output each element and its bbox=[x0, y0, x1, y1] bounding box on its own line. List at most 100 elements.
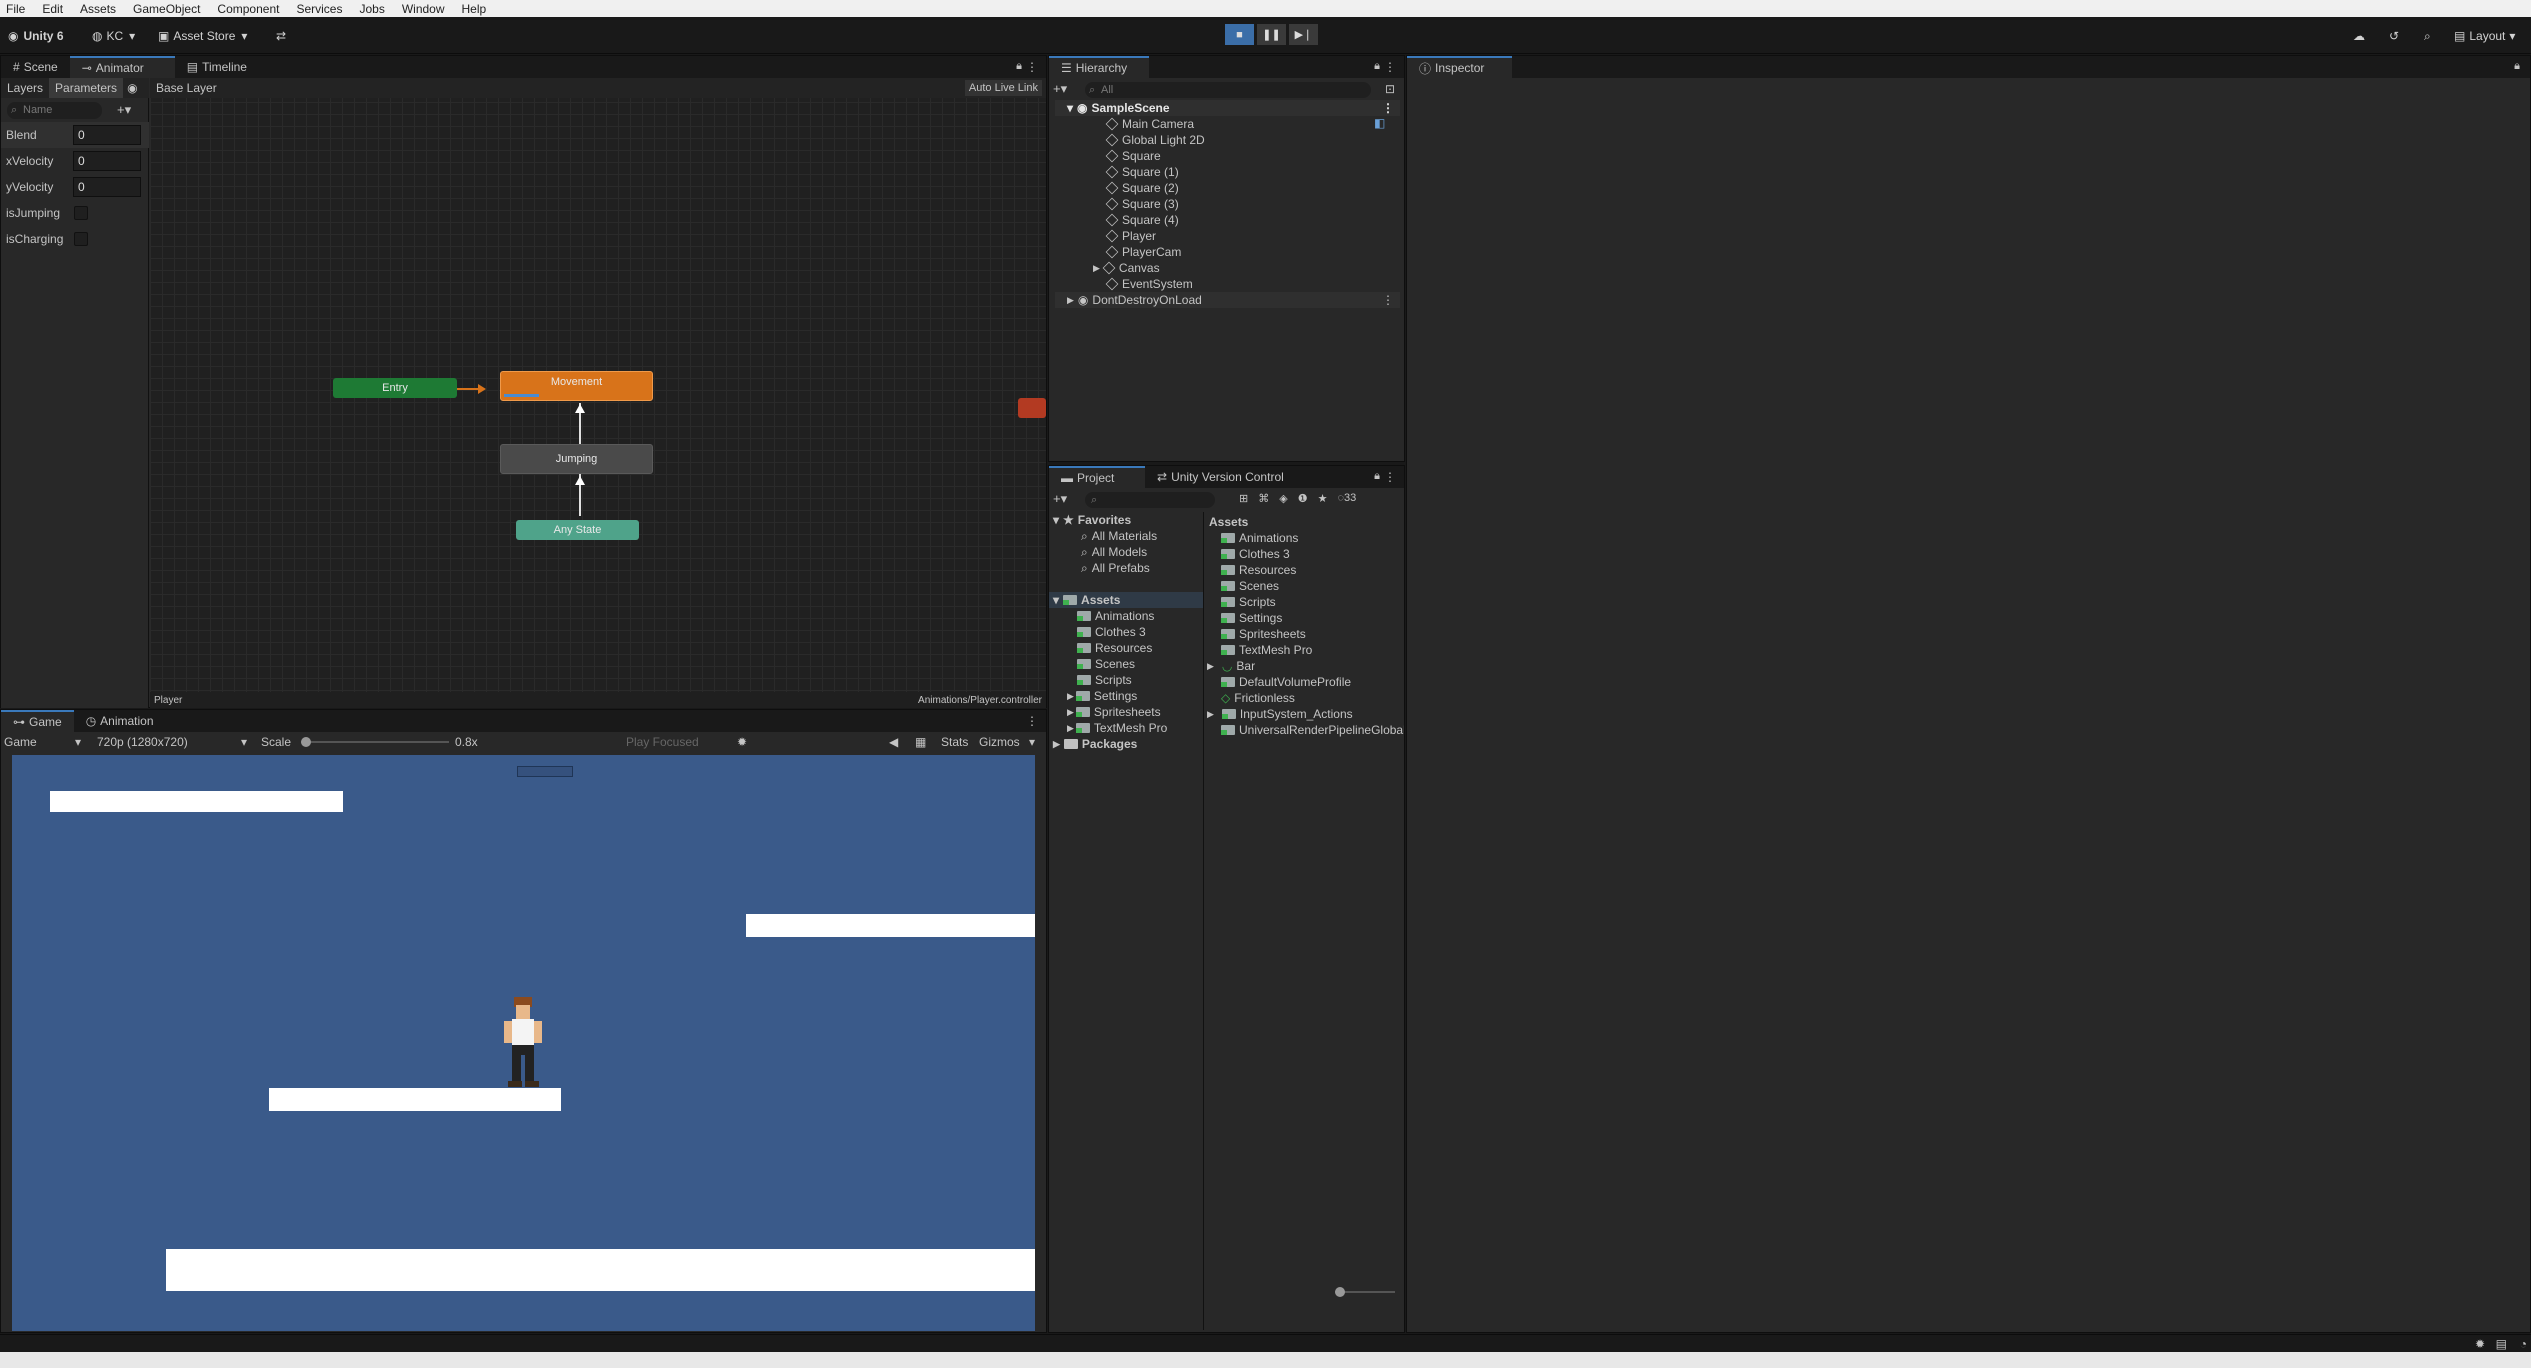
hierarchy-item[interactable]: Player bbox=[1105, 228, 1156, 244]
gizmos-button[interactable]: Gizmos bbox=[979, 735, 1020, 749]
layers-tab[interactable]: Layers bbox=[1, 81, 49, 95]
bug-icon[interactable]: ✹ bbox=[2475, 1337, 2485, 1351]
ddol-row[interactable]: ▶ ◉ DontDestroyOnLoad ⋮ bbox=[1055, 292, 1400, 308]
hierarchy-item[interactable]: Square (1) bbox=[1105, 164, 1179, 180]
favorite-item[interactable]: ⌕ All Materials bbox=[1081, 528, 1157, 544]
state-jumping[interactable]: Jumping bbox=[500, 444, 653, 474]
menu-window[interactable]: Window bbox=[402, 2, 445, 16]
version-control-icon[interactable]: ⇄ bbox=[270, 25, 292, 47]
state-any-state[interactable]: Any State bbox=[516, 520, 639, 540]
menu-jobs[interactable]: Jobs bbox=[359, 2, 384, 16]
asset-item[interactable]: ▶ InputSystem_Actions bbox=[1207, 706, 1353, 722]
lock-icon[interactable]: 🔒︎ bbox=[1374, 470, 1380, 483]
lock-icon[interactable]: 🔒︎ bbox=[1374, 60, 1380, 73]
menu-file[interactable]: File bbox=[6, 2, 25, 16]
icon-size-slider[interactable] bbox=[1335, 1287, 1395, 1297]
expand-arrow-icon[interactable]: ▶ bbox=[1207, 709, 1214, 720]
state-exit-partial[interactable] bbox=[1018, 398, 1046, 418]
hierarchy-item[interactable]: PlayerCam bbox=[1105, 244, 1181, 260]
more-icon[interactable]: ⋮ bbox=[1026, 714, 1038, 728]
folder-item[interactable]: Animations bbox=[1077, 608, 1154, 624]
menu-component[interactable]: Component bbox=[217, 2, 279, 16]
hierarchy-search-input[interactable]: ⌕ All bbox=[1085, 82, 1371, 98]
progress-icon[interactable]: ◔ bbox=[2520, 1337, 2527, 1351]
unity-menu-button[interactable]: ◉ Unity 6 bbox=[2, 25, 70, 47]
more-icon[interactable]: ⋮ bbox=[1384, 60, 1396, 74]
asset-item[interactable]: Clothes 3 bbox=[1221, 546, 1290, 562]
hierarchy-item[interactable]: Global Light 2D bbox=[1105, 132, 1205, 148]
more-icon[interactable]: ⋮ bbox=[1384, 470, 1396, 484]
tab-animation[interactable]: ◷ Animation bbox=[73, 710, 166, 732]
expand-arrow-icon[interactable]: ▶ bbox=[1067, 691, 1074, 702]
pause-button[interactable]: ❚❚ bbox=[1257, 24, 1286, 45]
hierarchy-item[interactable]: Square (2) bbox=[1105, 180, 1179, 196]
expand-arrow-icon[interactable]: ▶ bbox=[1207, 661, 1214, 672]
tab-project[interactable]: ▬ Project bbox=[1049, 466, 1145, 488]
hierarchy-item[interactable]: Square (4) bbox=[1105, 212, 1179, 228]
scale-slider-handle[interactable] bbox=[301, 737, 311, 747]
expand-arrow-icon[interactable]: ▶ bbox=[1093, 263, 1100, 274]
menu-services[interactable]: Services bbox=[296, 2, 342, 16]
asset-item[interactable]: Animations bbox=[1221, 530, 1298, 546]
hierarchy-item[interactable]: EventSystem bbox=[1105, 276, 1193, 292]
add-object-button[interactable]: +▾ bbox=[1053, 81, 1067, 97]
folder-item[interactable]: Scenes bbox=[1077, 656, 1135, 672]
search-by-type-icon[interactable]: ⊞ bbox=[1239, 492, 1248, 505]
state-movement[interactable]: Movement bbox=[500, 371, 653, 401]
filter-icon[interactable]: ⊡ bbox=[1385, 82, 1395, 96]
scene-row[interactable]: ▾ ◉ SampleScene ⋮ bbox=[1055, 100, 1400, 116]
tab-game[interactable]: ⊶ Game bbox=[1, 710, 74, 732]
more-icon[interactable]: ⋮ bbox=[1382, 293, 1394, 307]
asset-item[interactable]: UniversalRenderPipelineGlobalSettings bbox=[1221, 722, 1404, 738]
star-icon[interactable]: ★ bbox=[1318, 492, 1328, 505]
favorite-item[interactable]: ⌕ All Prefabs bbox=[1081, 560, 1150, 576]
asset-item[interactable]: Spritesheets bbox=[1221, 626, 1306, 642]
menu-help[interactable]: Help bbox=[462, 2, 487, 16]
tab-version-control[interactable]: ⇄ Unity Version Control bbox=[1145, 466, 1296, 488]
param-row-isjumping[interactable]: isJumping bbox=[1, 200, 149, 226]
account-button[interactable]: ◍ KC ▾ bbox=[86, 25, 141, 47]
folder-item[interactable]: ▶ Settings bbox=[1067, 688, 1137, 704]
menu-assets[interactable]: Assets bbox=[80, 2, 116, 16]
warning-icon[interactable]: ❶ bbox=[1298, 492, 1308, 505]
hierarchy-item[interactable]: Main Camera bbox=[1105, 116, 1194, 132]
param-value-input[interactable] bbox=[73, 125, 141, 145]
cache-icon[interactable]: ▤ bbox=[2496, 1337, 2507, 1351]
parameter-search-input[interactable]: ⌕ Name bbox=[7, 102, 102, 119]
step-button[interactable]: ▶❘ bbox=[1289, 24, 1318, 45]
state-entry[interactable]: Entry bbox=[333, 378, 457, 398]
menu-gameobject[interactable]: GameObject bbox=[133, 2, 200, 16]
history-icon[interactable]: ↺ bbox=[2383, 25, 2405, 47]
stats-button[interactable]: Stats bbox=[941, 735, 968, 749]
layout-button[interactable]: ▤ Layout ▾ bbox=[2448, 25, 2521, 47]
asset-item[interactable]: ◇ Frictionless bbox=[1221, 690, 1295, 706]
resolution-dropdown[interactable]: 720p (1280x720) bbox=[97, 735, 188, 749]
asset-item[interactable]: TextMesh Pro bbox=[1221, 642, 1312, 658]
param-checkbox[interactable] bbox=[74, 206, 88, 220]
param-row-ischarging[interactable]: isCharging bbox=[1, 226, 149, 252]
play-focused-dropdown[interactable]: Play Focused bbox=[626, 735, 699, 749]
param-checkbox[interactable] bbox=[74, 232, 88, 246]
folder-item[interactable]: Resources bbox=[1077, 640, 1152, 656]
icon-size-slider-handle[interactable] bbox=[1335, 1287, 1345, 1297]
hierarchy-item[interactable]: Square bbox=[1105, 148, 1161, 164]
param-row-yvelocity[interactable]: yVelocity bbox=[1, 174, 149, 200]
folder-item[interactable]: Scripts bbox=[1077, 672, 1132, 688]
lock-icon[interactable]: 🔒︎ bbox=[1016, 60, 1022, 73]
tab-inspector[interactable]: ⓘ Inspector bbox=[1407, 56, 1512, 78]
asset-item[interactable]: Scenes bbox=[1221, 578, 1279, 594]
folder-item[interactable]: Clothes 3 bbox=[1077, 624, 1146, 640]
grid-icon[interactable]: ▦ bbox=[915, 735, 926, 749]
menu-edit[interactable]: Edit bbox=[42, 2, 63, 16]
game-view[interactable] bbox=[12, 755, 1035, 1331]
create-asset-button[interactable]: +▾ bbox=[1053, 491, 1067, 507]
more-icon[interactable]: ⋮ bbox=[1026, 60, 1038, 74]
folder-item[interactable]: ▶ Spritesheets bbox=[1067, 704, 1161, 720]
asset-item[interactable]: Resources bbox=[1221, 562, 1296, 578]
tab-hierarchy[interactable]: ☰ Hierarchy bbox=[1049, 56, 1149, 78]
eye-icon[interactable]: ◉ bbox=[123, 81, 141, 95]
mute-icon[interactable]: ◀︎ bbox=[889, 735, 898, 749]
asset-item[interactable]: Settings bbox=[1221, 610, 1282, 626]
param-row-xvelocity[interactable]: xVelocity bbox=[1, 148, 149, 174]
scale-slider[interactable] bbox=[301, 737, 449, 747]
